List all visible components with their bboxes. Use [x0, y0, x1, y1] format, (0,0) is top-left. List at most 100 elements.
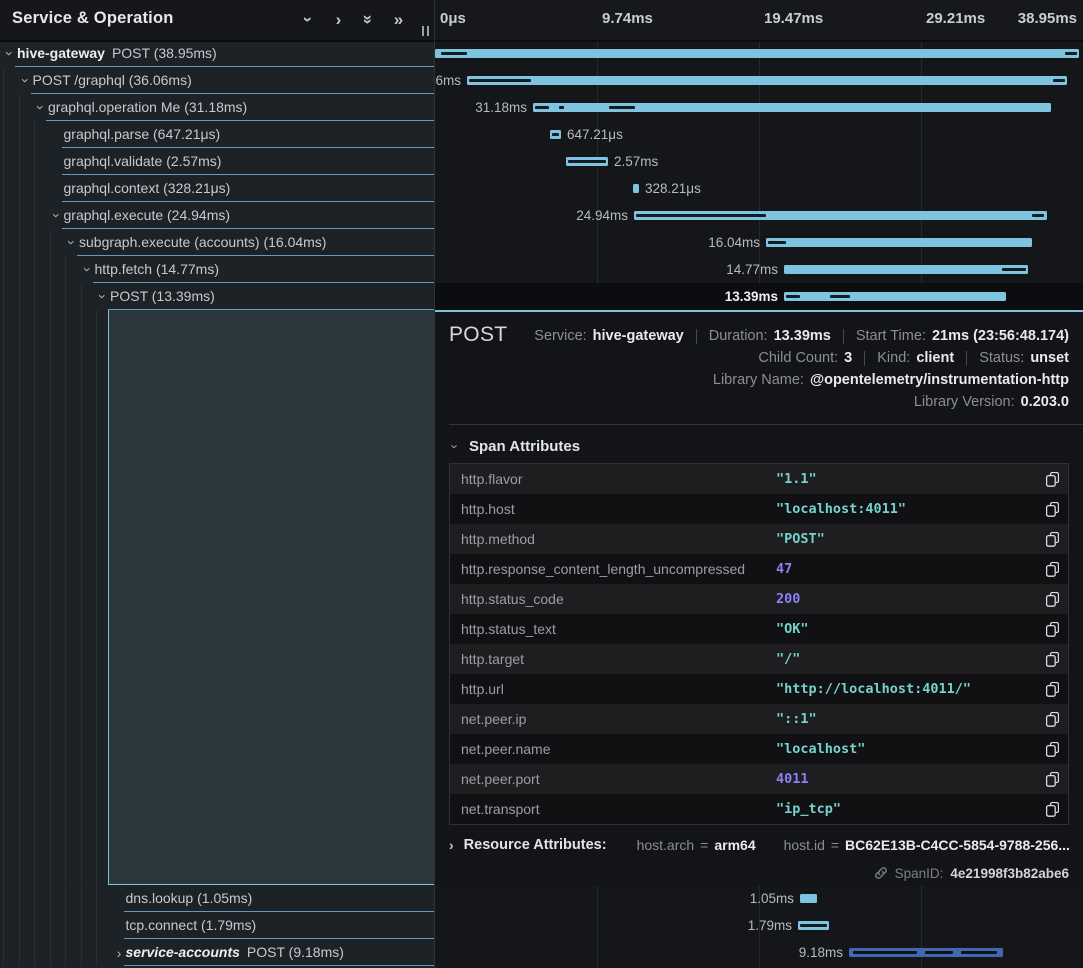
span-row[interactable]: ›http.fetch (14.77ms)	[0, 256, 434, 283]
span-row-label[interactable]: POST /graphql (36.06ms)	[33, 72, 192, 88]
chevron-down-icon[interactable]: ›	[34, 101, 49, 114]
trace-viewer: Service & Operation ››»» ›hive-gatewayPO…	[0, 0, 1083, 968]
copy-icon[interactable]	[1044, 501, 1060, 517]
span-bar[interactable]	[467, 76, 1067, 85]
chevron-right-icon[interactable]: ›	[113, 945, 126, 960]
span-bar[interactable]	[435, 49, 1079, 58]
timeline-row[interactable]: 24.94ms	[435, 202, 1083, 229]
timeline-row[interactable]: 1.05ms	[435, 885, 1083, 912]
span-bar[interactable]	[634, 211, 1047, 220]
chevron-down-icon[interactable]: ›	[50, 209, 65, 222]
span-row-label[interactable]: tcp.connect (1.79ms)	[126, 917, 257, 933]
span-row[interactable]: ›POST (13.39ms)	[0, 283, 434, 310]
meta-key: Status:	[979, 350, 1024, 366]
span-row[interactable]: ›service-accountsPOST (9.18ms)	[0, 939, 434, 966]
child-span-marker	[830, 295, 850, 298]
span-row-label[interactable]: POST (13.39ms)	[110, 288, 215, 304]
copy-icon[interactable]	[1044, 771, 1060, 787]
selected-span-detail-spacer	[108, 310, 434, 885]
span-bar[interactable]	[566, 157, 608, 166]
copy-icon[interactable]	[1044, 651, 1060, 667]
chevron-down-icon[interactable]: ›	[96, 290, 111, 303]
child-span-marker	[961, 951, 997, 954]
meta-value: hive-gateway	[593, 328, 684, 344]
span-row-label[interactable]: graphql.operation Me (31.18ms)	[48, 99, 247, 115]
span-bar[interactable]	[766, 238, 1032, 247]
copy-icon[interactable]	[1044, 471, 1060, 487]
copy-icon[interactable]	[1044, 621, 1060, 637]
span-row[interactable]: ›graphql.execute (24.94ms)	[0, 202, 434, 229]
timeline-row[interactable]: 647.21μs	[435, 121, 1083, 148]
span-attributes-section-header[interactable]: › Span Attributes	[449, 438, 580, 455]
timeline-row[interactable]	[435, 40, 1083, 67]
span-bar[interactable]	[784, 265, 1028, 274]
indent-guide	[96, 939, 97, 966]
timeline-row[interactable]: 31.18ms	[435, 94, 1083, 121]
span-row[interactable]: graphql.parse (647.21μs)	[0, 121, 434, 148]
chevron-down-icon[interactable]: ›	[3, 47, 18, 60]
span-row[interactable]: ›POST /graphql (36.06ms)	[0, 67, 434, 94]
span-row[interactable]: ›subgraph.execute (accounts) (16.04ms)	[0, 229, 434, 256]
collapse-all-icon[interactable]: »	[360, 11, 377, 28]
span-bar[interactable]	[800, 894, 817, 903]
copy-icon[interactable]	[1044, 741, 1060, 757]
chevron-down-icon[interactable]: ›	[19, 74, 34, 87]
timeline-row[interactable]: 36.06ms	[435, 67, 1083, 94]
span-row-label[interactable]: graphql.execute (24.94ms)	[64, 207, 231, 223]
expand-one-icon[interactable]: ›	[330, 11, 347, 28]
span-row[interactable]: ›graphql.operation Me (31.18ms)	[0, 94, 434, 121]
span-row-label[interactable]: service-accountsPOST (9.18ms)	[126, 944, 344, 960]
indent-guide	[34, 175, 35, 202]
attribute-row: http.url"http://localhost:4011/"	[450, 674, 1068, 704]
span-row-label[interactable]: subgraph.execute (accounts) (16.04ms)	[79, 234, 326, 250]
span-row-label[interactable]: http.fetch (14.77ms)	[95, 261, 220, 277]
span-row[interactable]: dns.lookup (1.05ms)	[0, 885, 434, 912]
span-bar[interactable]	[798, 921, 829, 930]
timeline-row[interactable]: 328.21μs	[435, 175, 1083, 202]
chevron-down-icon[interactable]: ›	[81, 263, 96, 276]
timeline-row[interactable]: 9.18ms	[435, 939, 1083, 966]
span-row-label[interactable]: graphql.parse (647.21μs)	[64, 126, 221, 142]
span-bar[interactable]	[633, 184, 639, 193]
span-row[interactable]: ›hive-gatewayPOST (38.95ms)	[0, 40, 434, 67]
row-underline	[124, 965, 435, 966]
timeline-row[interactable]: 16.04ms	[435, 229, 1083, 256]
span-row-label[interactable]: dns.lookup (1.05ms)	[126, 890, 253, 906]
indent-guide	[3, 175, 4, 202]
collapse-one-icon[interactable]: ›	[300, 11, 317, 28]
resizer-grip-icon[interactable]	[422, 26, 430, 36]
timeline-row-selected[interactable]: 13.39ms	[435, 283, 1083, 310]
expand-all-icon[interactable]: »	[390, 11, 407, 28]
timeline-row[interactable]: 14.77ms	[435, 256, 1083, 283]
span-bar[interactable]	[849, 948, 1003, 957]
attribute-row: http.target"/"	[450, 644, 1068, 674]
resource-attributes-row[interactable]: ›Resource Attributes:host.arch=arm64host…	[449, 834, 1069, 856]
copy-icon[interactable]	[1044, 561, 1060, 577]
attribute-key: http.target	[461, 651, 524, 667]
span-row[interactable]: graphql.context (328.21μs)	[0, 175, 434, 202]
chevron-down-icon[interactable]: ›	[65, 236, 80, 249]
timeline-tick-label: 9.74ms	[602, 10, 653, 27]
copy-icon[interactable]	[1044, 531, 1060, 547]
span-bar[interactable]	[533, 103, 1051, 112]
span-row-label[interactable]: hive-gatewayPOST (38.95ms)	[17, 45, 217, 61]
timeline-row[interactable]: 2.57ms	[435, 148, 1083, 175]
copy-icon[interactable]	[1044, 591, 1060, 607]
span-row[interactable]: graphql.validate (2.57ms)	[0, 148, 434, 175]
timeline-row[interactable]: 1.79ms	[435, 912, 1083, 939]
span-row-label[interactable]: graphql.context (328.21μs)	[64, 180, 231, 196]
meta-key: Service:	[534, 328, 586, 344]
span-row[interactable]: tcp.connect (1.79ms)	[0, 912, 434, 939]
meta-value: 13.39ms	[774, 328, 831, 344]
copy-icon[interactable]	[1044, 801, 1060, 817]
span-bar[interactable]	[784, 292, 1006, 301]
span-row-label[interactable]: graphql.validate (2.57ms)	[64, 153, 222, 169]
tree-toolbar: › › » »	[300, 6, 407, 32]
indent-guide	[65, 283, 66, 310]
copy-icon[interactable]	[1044, 681, 1060, 697]
child-span-marker	[786, 295, 800, 298]
span-bar[interactable]	[550, 130, 561, 139]
link-icon[interactable]	[874, 866, 888, 880]
pane-resizer[interactable]	[434, 0, 435, 968]
copy-icon[interactable]	[1044, 711, 1060, 727]
